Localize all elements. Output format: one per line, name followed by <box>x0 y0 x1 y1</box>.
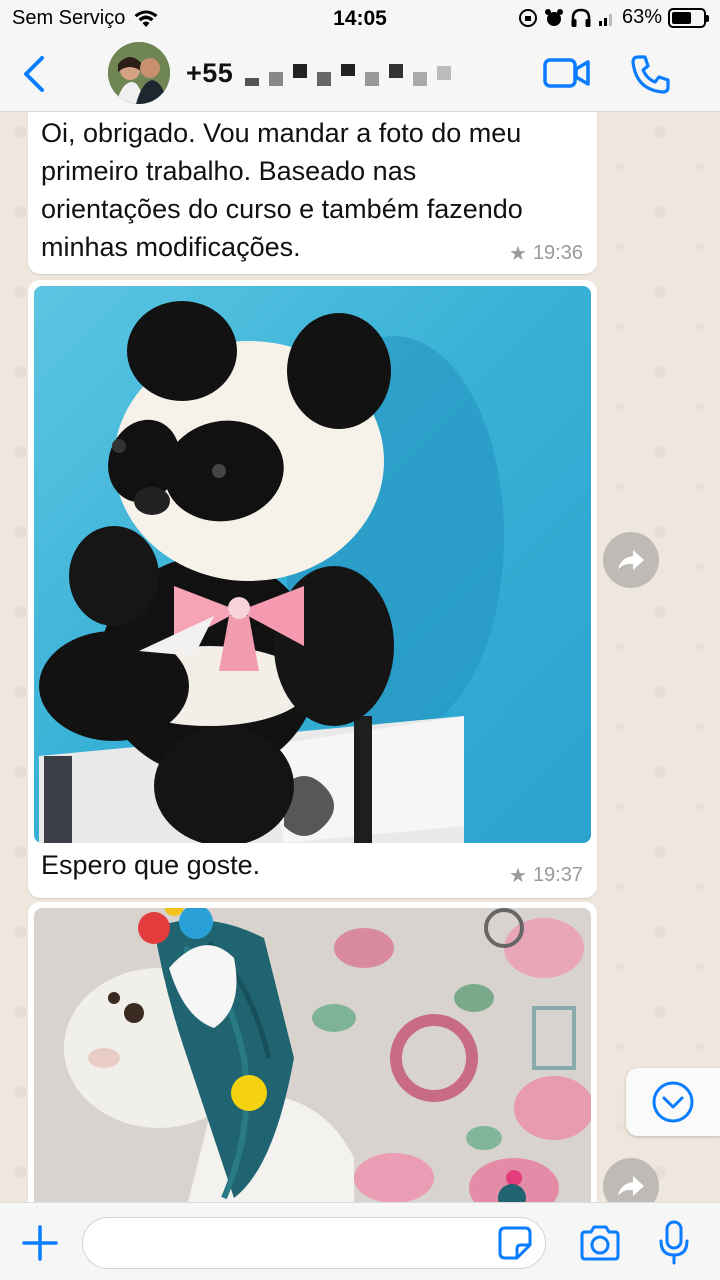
status-bar: Sem Serviço 14:05 63% <box>0 0 720 38</box>
signal-icon <box>598 13 612 26</box>
image-message-bubble[interactable] <box>28 902 597 1202</box>
forward-button[interactable] <box>603 532 659 588</box>
message-text: Oi, obrigado. Vou mandar a foto do meu p… <box>41 114 583 266</box>
unicorn-image <box>34 908 591 1202</box>
message-bubble[interactable]: Oi, obrigado. Vou mandar a foto do meu p… <box>28 112 597 274</box>
microphone-button[interactable] <box>656 1219 692 1267</box>
message-meta: ★ 19:36 <box>509 241 583 266</box>
image-message-bubble[interactable]: Espero que goste. ★ 19:37 <box>28 280 597 898</box>
contact-name[interactable]: +55 <box>186 58 233 89</box>
redacted-number <box>245 64 451 86</box>
message-meta: ★ 19:37 <box>509 863 583 888</box>
camera-icon <box>580 1225 620 1261</box>
orientation-lock-icon <box>518 8 537 27</box>
forward-arrow-icon <box>618 1176 644 1196</box>
camera-button[interactable] <box>578 1223 622 1263</box>
message-line: primeiro trabalho. Baseado nas <box>41 156 417 186</box>
star-icon: ★ <box>509 865 527 887</box>
message-time: 19:36 <box>532 242 583 264</box>
forward-button[interactable] <box>603 1158 659 1202</box>
crochet-panda-photo[interactable] <box>34 286 591 843</box>
image-caption: Espero que goste. <box>41 850 261 880</box>
sticker-icon <box>498 1226 532 1260</box>
message-input[interactable] <box>82 1217 546 1269</box>
sticker-button[interactable] <box>497 1225 533 1261</box>
message-line: orientações do curso e também fazendo <box>41 194 523 224</box>
microphone-icon <box>659 1220 689 1265</box>
plus-icon <box>22 1225 58 1261</box>
phone-icon <box>631 55 670 94</box>
avatar[interactable] <box>108 42 170 104</box>
headphones-icon <box>571 8 591 27</box>
chat-header: +55 <box>0 38 720 112</box>
battery-fill <box>672 11 691 24</box>
attach-button[interactable] <box>20 1223 60 1263</box>
forward-arrow-icon <box>618 550 644 570</box>
avatar-photo <box>108 42 170 104</box>
crochet-unicorn-photo[interactable] <box>34 908 591 1202</box>
panda-image <box>34 286 591 843</box>
status-right: 63% <box>518 6 709 29</box>
alarm-icon <box>544 8 563 26</box>
star-icon: ★ <box>509 243 527 265</box>
chevron-down-circle-icon <box>652 1081 694 1123</box>
voice-call-button[interactable] <box>628 52 672 96</box>
message-line: minhas modificações. <box>41 232 301 262</box>
chat-area[interactable]: Oi, obrigado. Vou mandar a foto do meu p… <box>0 112 720 1202</box>
battery-percent: 63% <box>621 6 662 28</box>
back-button[interactable] <box>16 52 56 96</box>
video-call-button[interactable] <box>542 54 592 92</box>
chevron-left-icon <box>24 56 44 92</box>
battery-icon <box>668 7 709 28</box>
message-line: Oi, obrigado. Vou mandar a foto do meu <box>41 118 522 148</box>
input-bar <box>0 1202 720 1280</box>
message-time: 19:37 <box>532 864 583 886</box>
video-camera-icon <box>543 58 590 88</box>
scroll-to-bottom-button[interactable] <box>626 1068 720 1136</box>
